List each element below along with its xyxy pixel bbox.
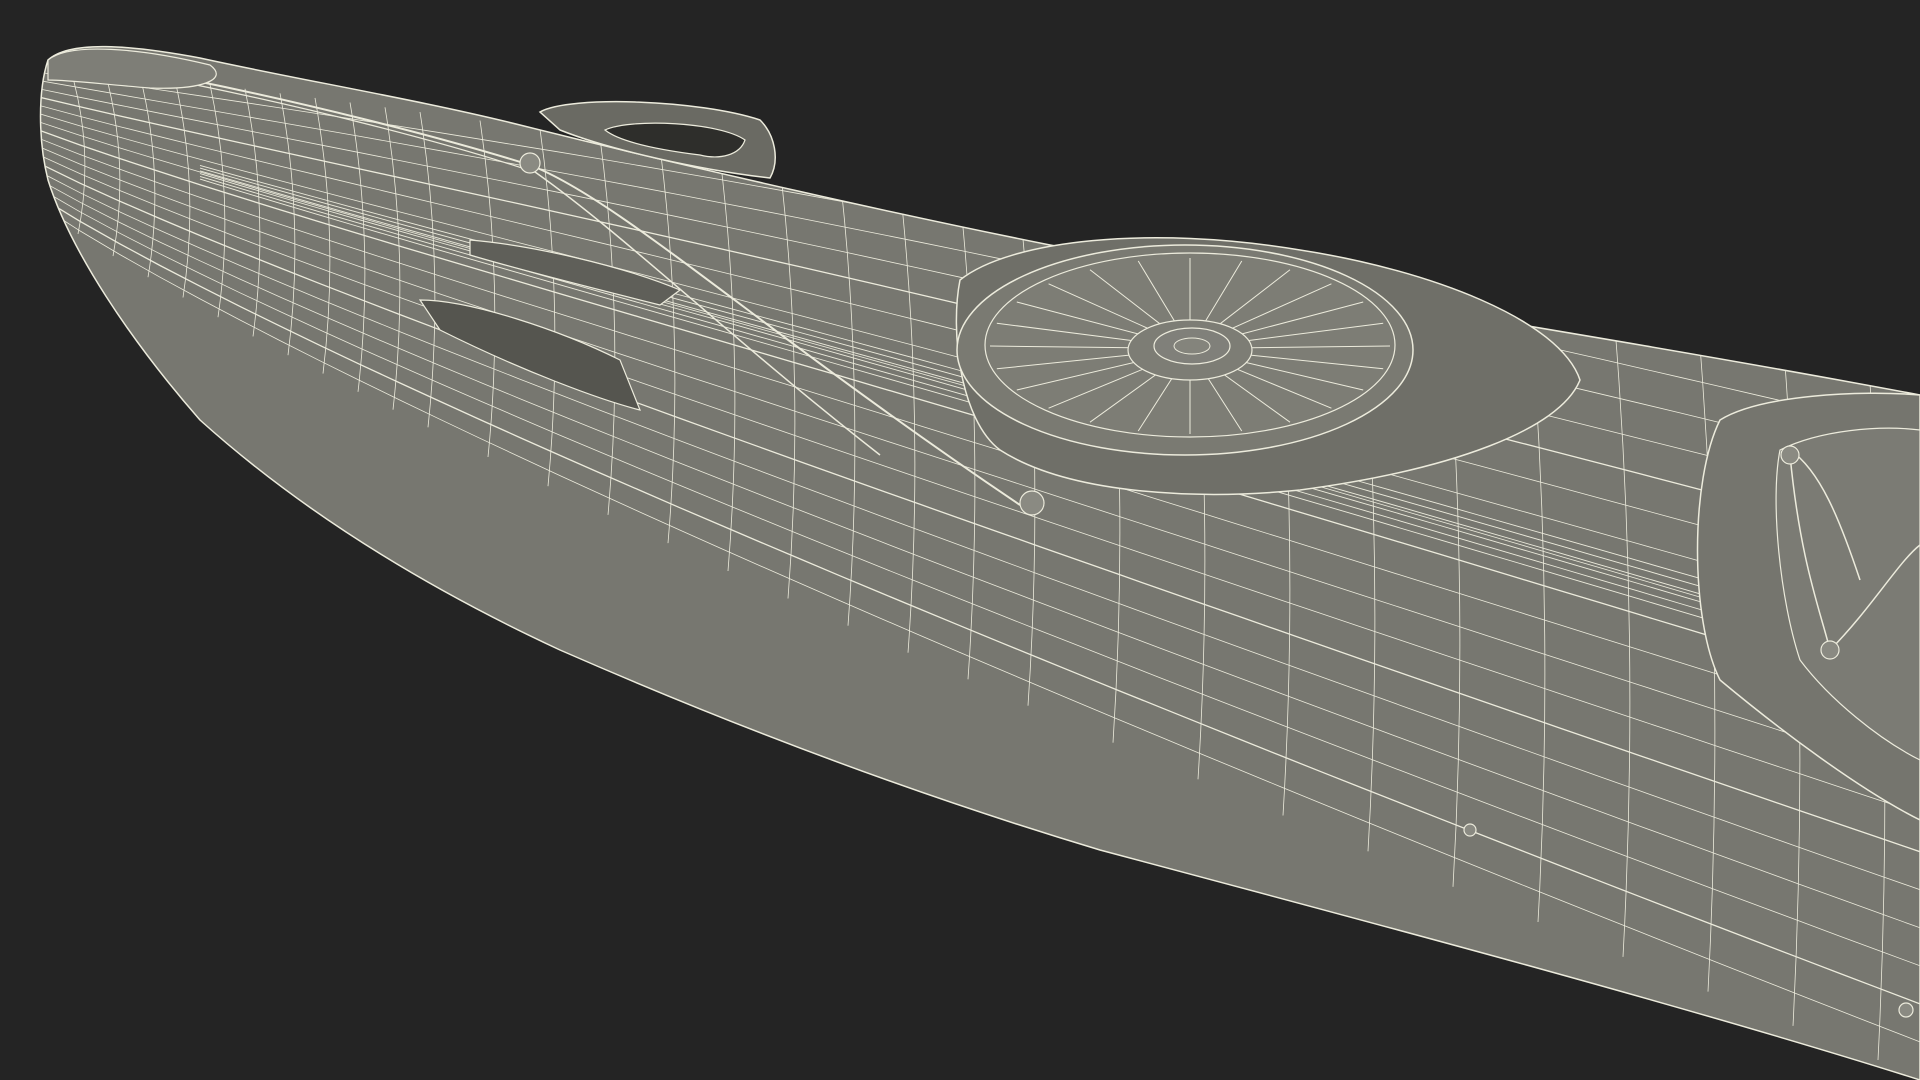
fitting-6 xyxy=(1898,1002,1914,1018)
kayak-hull xyxy=(39,45,1920,1080)
fitting-4 xyxy=(1820,640,1840,660)
fitting-1 xyxy=(519,152,541,174)
render-viewport xyxy=(0,0,1920,1080)
fitting-3 xyxy=(1780,445,1800,465)
fitting-5 xyxy=(1463,823,1477,837)
kayak-wireframe-render xyxy=(39,45,1920,1080)
fitting-2 xyxy=(1019,490,1045,516)
